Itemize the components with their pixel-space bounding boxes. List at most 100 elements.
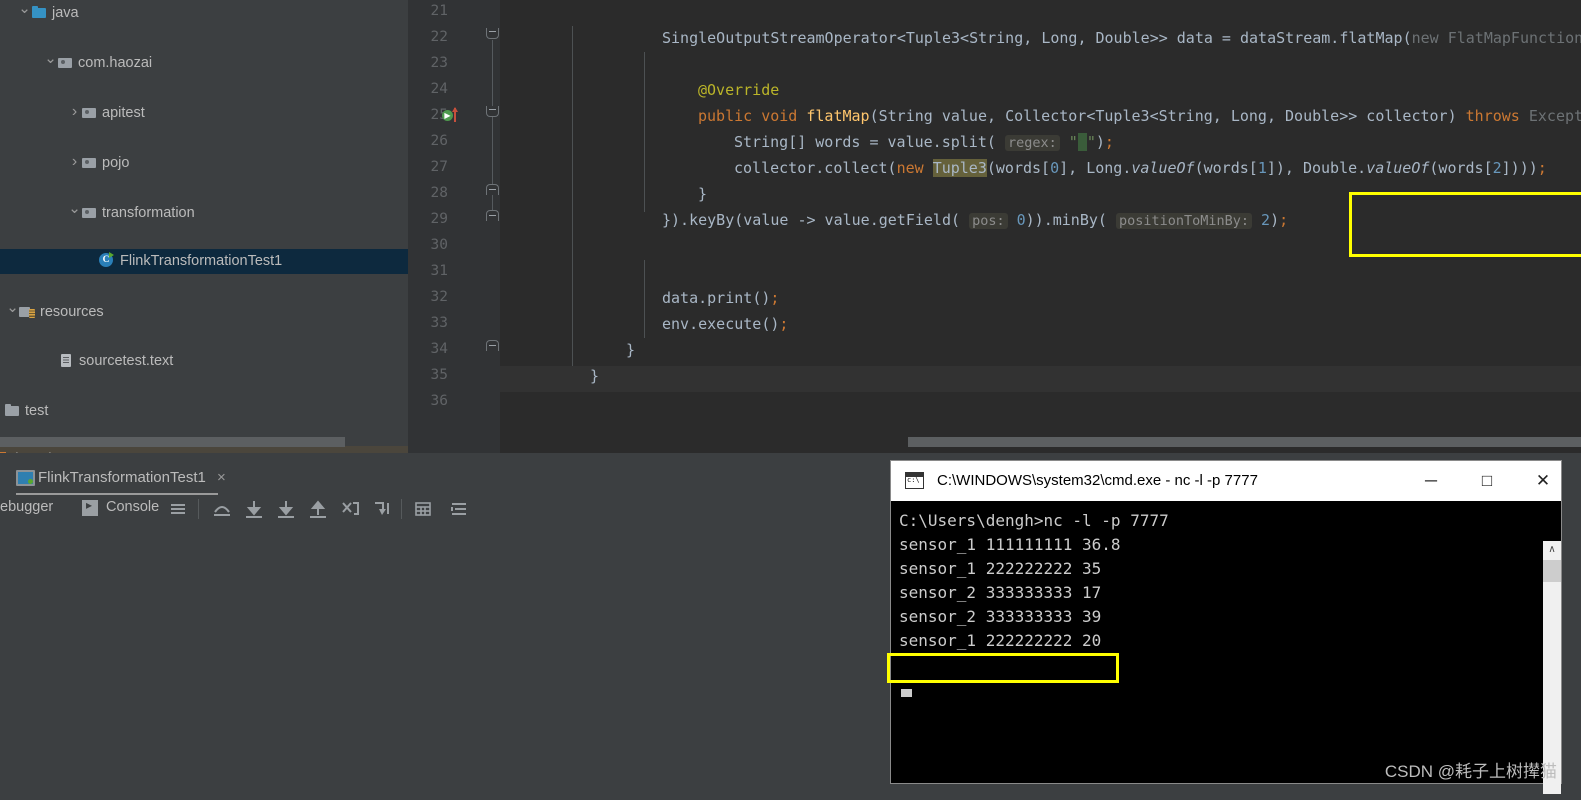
tree-item-pojo[interactable]: pojo — [0, 150, 408, 175]
menu-icon[interactable] — [167, 498, 189, 520]
line-number: 23 — [430, 55, 448, 71]
minby-highlight-box — [1349, 192, 1581, 257]
line-number: 24 — [430, 81, 448, 97]
step-into-icon[interactable] — [243, 498, 265, 520]
current-line-highlight — [500, 366, 1581, 392]
maximize-button[interactable]: □ — [1461, 461, 1513, 501]
tree-horizontal-scrollbar[interactable] — [0, 437, 408, 447]
cmd-line: sensor_1 222222222 20 — [899, 631, 1102, 650]
line-number: 28 — [430, 185, 448, 201]
tree-item-label: apitest — [102, 105, 145, 121]
code-editor[interactable]: 21 22 23 24 25 26 27 28 29 30 31 32 33 3… — [408, 0, 1581, 453]
bottom-strip — [0, 794, 1581, 800]
force-step-into-icon[interactable] — [275, 498, 297, 520]
tree-item-label: java — [52, 5, 79, 21]
override-arrow-icon — [451, 107, 458, 122]
code-line-28: } — [698, 185, 708, 203]
cmd-title-bar[interactable]: C:\WINDOWS\system32\cmd.exe - nc -l -p 7… — [891, 461, 1561, 501]
tree-item-label: resources — [40, 304, 104, 320]
chevron-right-icon[interactable] — [68, 150, 81, 177]
cmd-line: sensor_2 333333333 39 — [899, 607, 1102, 626]
close-button[interactable]: ✕ — [1517, 461, 1569, 501]
tree-item-com-haozai[interactable]: com.haozai — [0, 50, 408, 75]
code-line-22: SingleOutputStreamOperator<Tuple3<String… — [662, 29, 1581, 47]
cmd-app-icon — [905, 472, 924, 489]
code-line-27: collector.collect(new Tuple3(words[0], L… — [734, 159, 1547, 177]
editor-scrollbar-thumb[interactable] — [908, 437, 1581, 447]
chevron-down-icon[interactable] — [18, 0, 31, 27]
code-line-35: } — [590, 367, 600, 385]
project-tree-panel[interactable]: java com.haozai apitest pojo transformat… — [0, 0, 408, 453]
cmd-line: C:\Users\dengh>nc -l -p 7777 — [899, 511, 1169, 530]
fold-toggle-icon[interactable] — [486, 106, 500, 120]
code-line-29: }).keyBy(value -> value.getField( pos: 0… — [662, 211, 1289, 229]
run-to-cursor-icon[interactable] — [339, 498, 361, 520]
cmd-window[interactable]: C:\WINDOWS\system32\cmd.exe - nc -l -p 7… — [887, 461, 1561, 800]
step-out-icon[interactable] — [307, 498, 329, 520]
code-line-24: @Override — [698, 81, 780, 99]
console-tab-label: Console — [106, 499, 160, 515]
cmd-console-body[interactable]: C:\Users\dengh>nc -l -p 7777 sensor_1 11… — [887, 501, 1561, 800]
chevron-down-icon[interactable] — [68, 200, 81, 227]
cmd-title-text: C:\WINDOWS\system32\cmd.exe - nc -l -p 7… — [937, 472, 1258, 489]
editor-gutter[interactable]: 21 22 23 24 25 26 27 28 29 30 31 32 33 3… — [408, 0, 500, 453]
cmd-line: sensor_1 111111111 36.8 — [899, 535, 1121, 554]
chevron-down-icon[interactable] — [6, 299, 19, 326]
tree-item-label: com.haozai — [78, 55, 153, 71]
scroll-up-icon[interactable]: ∧ — [1543, 541, 1561, 559]
code-line-33: env.execute(); — [662, 315, 789, 333]
tree-item-label: test — [25, 403, 49, 419]
run-tab-bar[interactable]: FlinkTransformationTest1 × — [0, 463, 232, 495]
fold-toggle-icon[interactable] — [486, 210, 500, 224]
run-configuration-icon — [16, 470, 35, 486]
line-number: 26 — [430, 133, 448, 149]
run-tab-label: FlinkTransformationTest1 — [38, 469, 206, 486]
code-line-26: String[] words = value.split( regex: " "… — [734, 133, 1114, 151]
debugger-tab-label[interactable]: ebugger — [0, 499, 53, 515]
line-number: 30 — [430, 237, 448, 253]
tree-item-test[interactable]: test — [0, 399, 408, 424]
tree-item-apitest[interactable]: apitest — [0, 100, 408, 125]
watermark-text: CSDN @耗子上树撵猫 — [1384, 762, 1557, 781]
folder-src-icon — [31, 5, 48, 20]
chevron-down-icon[interactable] — [44, 50, 57, 77]
evaluate-expression-icon[interactable] — [371, 498, 393, 520]
cmd-cursor — [901, 689, 912, 697]
line-number: 31 — [430, 263, 448, 279]
fold-toggle-icon[interactable] — [486, 28, 500, 42]
line-number: 21 — [430, 3, 448, 19]
fold-toggle-icon[interactable] — [486, 184, 500, 198]
code-line-34: } — [626, 341, 636, 359]
java-class-icon — [98, 252, 116, 268]
close-icon[interactable]: × — [217, 469, 226, 486]
tree-item-java[interactable]: java — [0, 0, 408, 25]
settings-list-icon[interactable] — [448, 498, 470, 520]
tree-item-transformation[interactable]: transformation — [0, 200, 408, 225]
tree-item-target[interactable]: target — [0, 446, 408, 453]
tree-item-label: transformation — [102, 205, 195, 221]
tree-scrollbar-thumb[interactable] — [0, 437, 345, 447]
step-over-icon[interactable] — [211, 498, 233, 520]
code-line-32: data.print(); — [662, 289, 780, 307]
editor-horizontal-scrollbar[interactable] — [908, 437, 1581, 447]
cmd-scrollbar-thumb[interactable] — [1543, 560, 1561, 582]
line-number: 33 — [430, 315, 448, 331]
tree-item-label: sourcetest.text — [79, 353, 174, 369]
tree-item-label: FlinkTransformationTest1 — [120, 253, 283, 269]
package-icon — [57, 55, 74, 70]
console-icon — [82, 498, 98, 516]
tree-item-flink-transformation-test1[interactable]: FlinkTransformationTest1 — [0, 249, 408, 274]
text-file-icon — [58, 353, 75, 368]
tree-item-sourcetest-text[interactable]: sourcetest.text — [0, 349, 408, 374]
line-number: 22 — [430, 29, 448, 45]
run-tab-flink-transformation-test1[interactable]: FlinkTransformationTest1 × — [16, 463, 232, 495]
line-number: 29 — [430, 211, 448, 227]
minimize-button[interactable]: ─ — [1405, 461, 1457, 501]
table-icon[interactable] — [412, 498, 434, 520]
line-number: 34 — [430, 341, 448, 357]
fold-toggle-icon[interactable] — [486, 340, 500, 354]
param-hint-pos: pos: — [969, 213, 1008, 229]
tree-item-resources[interactable]: resources — [0, 299, 408, 324]
package-icon — [81, 155, 98, 170]
chevron-right-icon[interactable] — [68, 100, 81, 127]
